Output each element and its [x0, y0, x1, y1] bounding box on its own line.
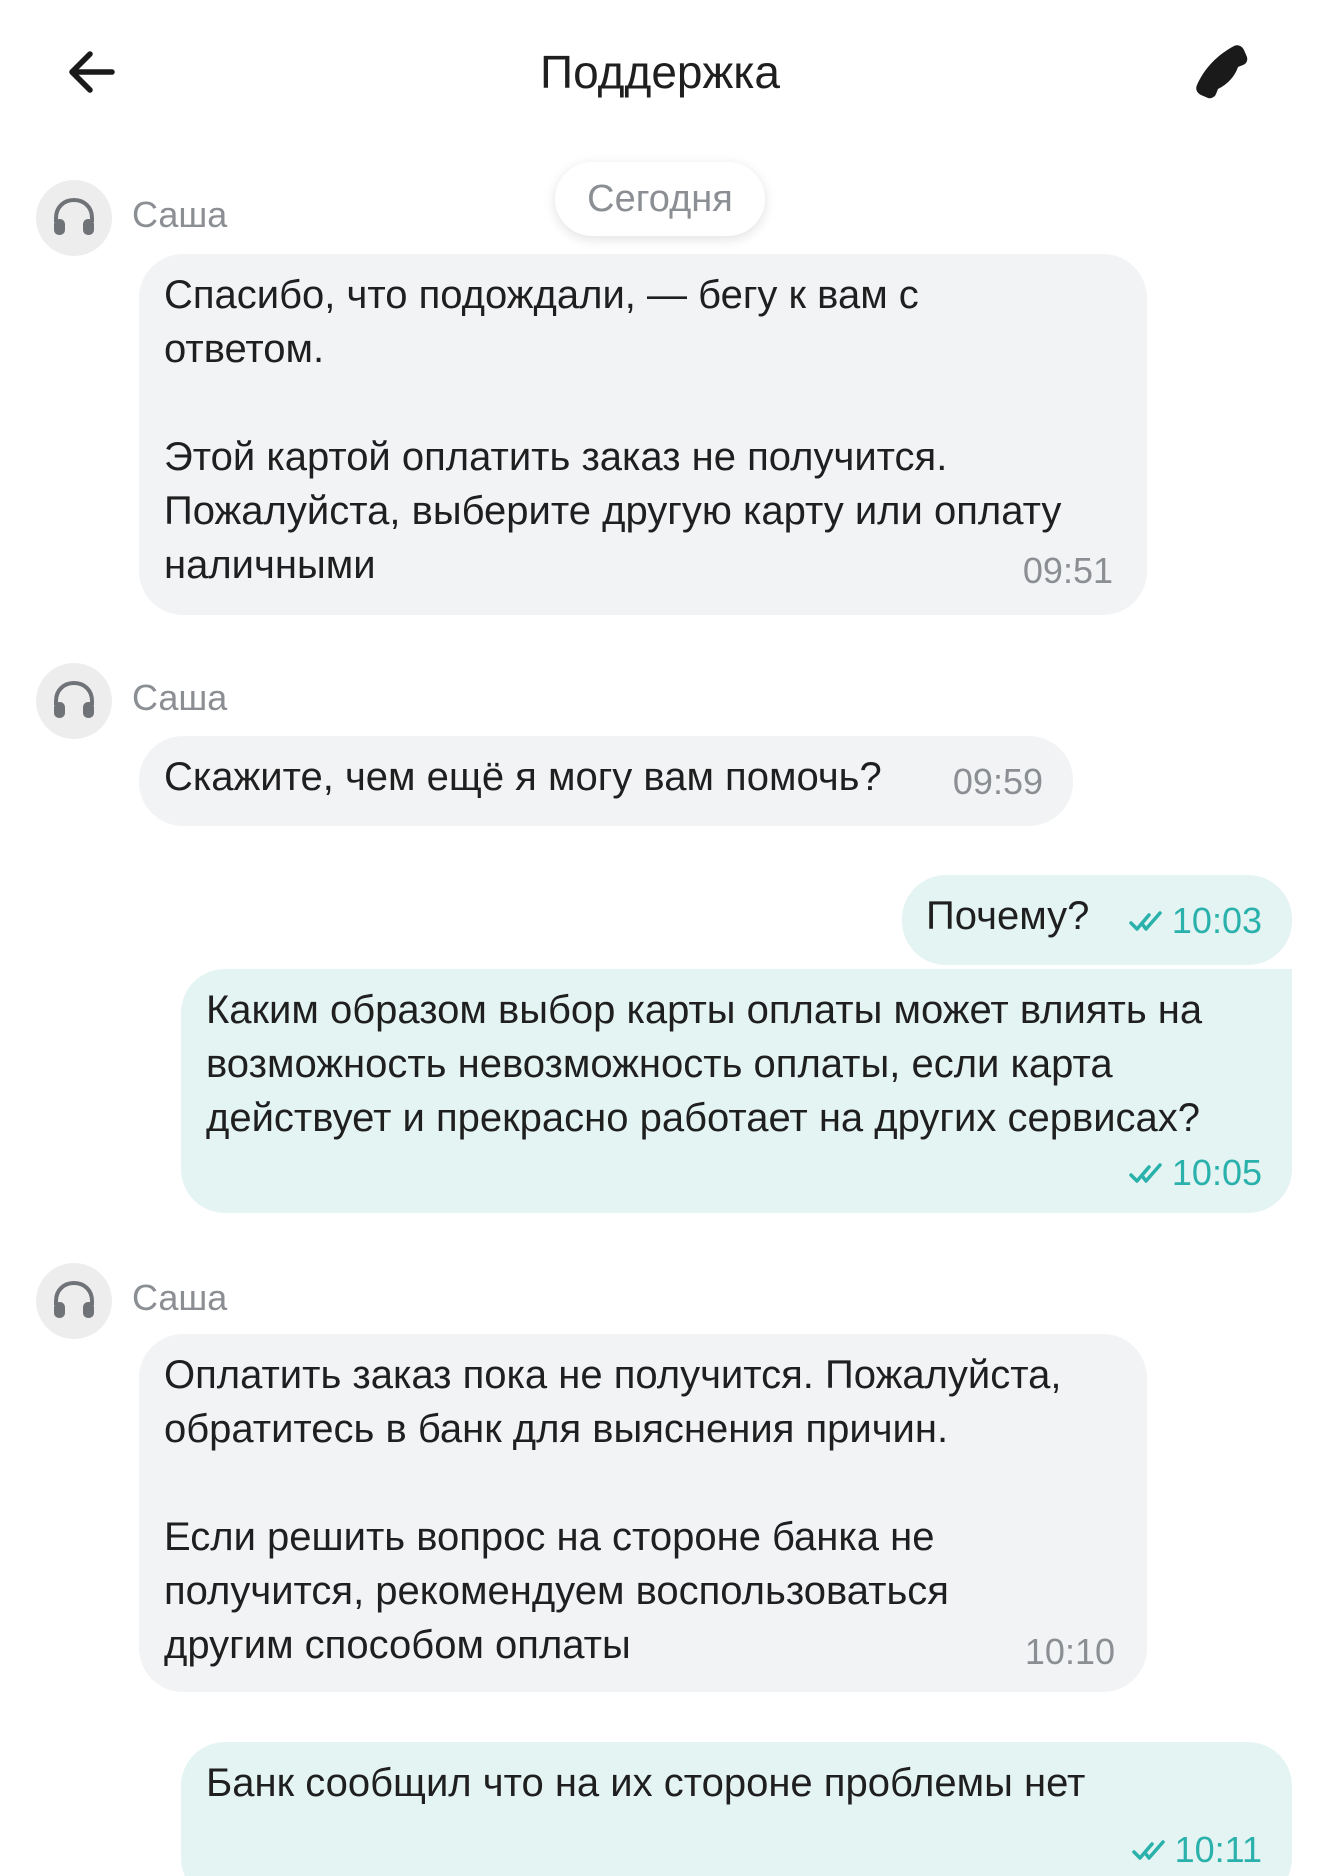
sender-name: Саша [132, 194, 228, 235]
agent-avatar [36, 663, 112, 739]
headset-icon [54, 1280, 94, 1318]
page-title: Поддержка [540, 46, 780, 98]
message-text: Оплатить заказ пока не получится. Пожалу… [164, 1348, 1127, 1672]
message-bubble[interactable]: Почему? 10:03 [902, 875, 1292, 965]
agent-avatar [36, 1263, 112, 1339]
message-paragraph: Если решить вопрос на стороне банка не п… [164, 1515, 949, 1667]
message-paragraph: Спасибо, что подождали, — бегу к вам с о… [164, 273, 919, 371]
message-time: 09:51 [1022, 550, 1113, 591]
chat-screen: Поддержка Сегодня Саша Спасибо, что подо… [0, 0, 1320, 1876]
message-text: Банк сообщил что на их стороне проблемы … [206, 1761, 1086, 1805]
top-bar: Поддержка [0, 0, 1320, 150]
call-button[interactable] [1190, 40, 1260, 110]
phone-icon [1196, 45, 1248, 99]
sender-name: Саша [132, 1277, 228, 1318]
message-time: 10:10 [1024, 1631, 1115, 1672]
message-bubble[interactable]: Оплатить заказ пока не получится. Пожалу… [139, 1334, 1147, 1692]
message-bubble[interactable]: Скажите, чем ещё я могу вам помочь? 09:5… [139, 736, 1073, 826]
message-time: 09:59 [952, 761, 1043, 802]
message-time: 10:11 [1174, 1829, 1262, 1870]
message-time: 10:05 [1171, 1152, 1262, 1193]
message-status: 10:05 [1128, 1151, 1262, 1195]
agent-avatar [36, 180, 112, 256]
headset-icon [54, 197, 94, 235]
message-bubble[interactable]: Каким образом выбор карты оплаты может в… [181, 969, 1292, 1213]
message-text: Каким образом выбор карты оплаты может в… [206, 988, 1203, 1140]
headset-icon [54, 680, 94, 718]
message-paragraph: Оплатить заказ пока не получится. Пожалу… [164, 1353, 1062, 1451]
message-status: 10:11 [1131, 1828, 1262, 1872]
double-check-icon [1129, 911, 1162, 931]
date-divider: Сегодня [555, 162, 765, 236]
double-check-icon [1131, 1840, 1165, 1860]
message-status: 10:03 [1128, 899, 1262, 943]
message-text: Спасибо, что подождали, — бегу к вам с о… [164, 268, 1127, 592]
double-check-icon [1129, 1163, 1162, 1183]
message-time: 10:03 [1171, 900, 1262, 941]
message-bubble[interactable]: Спасибо, что подождали, — бегу к вам с о… [139, 254, 1147, 615]
message-text: Скажите, чем ещё я могу вам помочь? [164, 755, 882, 799]
message-paragraph: Этой картой оплатить заказ не получится.… [164, 435, 1062, 587]
sender-name: Саша [132, 677, 228, 718]
message-bubble[interactable]: Банк сообщил что на их стороне проблемы … [181, 1742, 1292, 1876]
